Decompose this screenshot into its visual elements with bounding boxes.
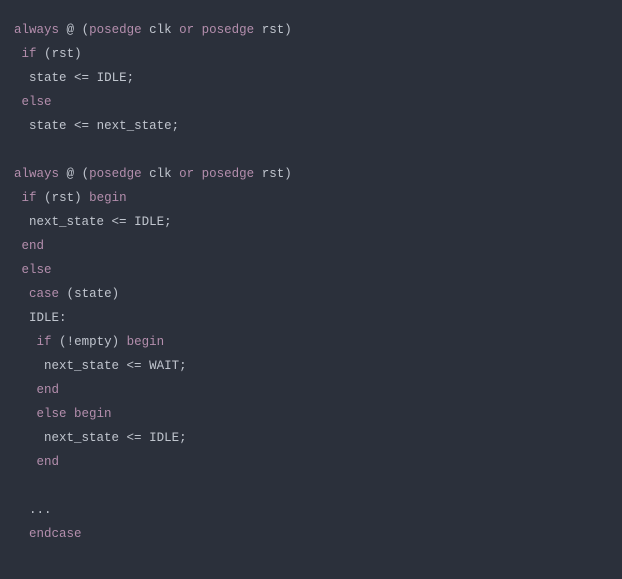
keyword-posedge: posedge: [202, 167, 255, 181]
paren-close: ): [284, 23, 292, 37]
keyword-or: or: [179, 167, 194, 181]
keyword-if: if: [22, 47, 37, 61]
semicolon: ;: [127, 71, 135, 85]
operator-not: !: [67, 335, 75, 349]
code-line: else: [14, 95, 52, 109]
paren-close: ): [74, 191, 82, 205]
code-line: else begin: [14, 407, 112, 421]
keyword-posedge: posedge: [202, 23, 255, 37]
semicolon: ;: [164, 215, 172, 229]
identifier-idle: IDLE: [149, 431, 179, 445]
keyword-always: always: [14, 23, 59, 37]
code-line: next_state <= IDLE;: [14, 431, 187, 445]
code-line: end: [14, 455, 59, 469]
keyword-begin: begin: [127, 335, 165, 349]
identifier-idle: IDLE: [97, 71, 127, 85]
keyword-begin: begin: [74, 407, 112, 421]
code-line: case (state): [14, 287, 119, 301]
paren-open: (: [59, 335, 67, 349]
operator-nonblocking: <=: [112, 215, 127, 229]
code-line: end: [14, 383, 59, 397]
keyword-end: end: [37, 455, 60, 469]
keyword-posedge: posedge: [89, 167, 142, 181]
paren-open: (: [82, 23, 90, 37]
code-line: next_state <= WAIT;: [14, 359, 187, 373]
operator-nonblocking: <=: [74, 119, 89, 133]
code-line: if (!empty) begin: [14, 335, 164, 349]
ellipsis: ...: [29, 503, 52, 517]
identifier-state: state: [29, 119, 67, 133]
paren-open: (: [67, 287, 75, 301]
semicolon: ;: [179, 431, 187, 445]
identifier-empty: empty: [74, 335, 112, 349]
keyword-else: else: [22, 95, 52, 109]
paren-open: (: [44, 191, 52, 205]
identifier-next-state: next_state: [29, 215, 104, 229]
operator-nonblocking: <=: [127, 431, 142, 445]
code-line: end: [14, 239, 44, 253]
identifier-state: state: [29, 71, 67, 85]
identifier-next-state: next_state: [44, 359, 119, 373]
keyword-always: always: [14, 167, 59, 181]
code-line: always @ (posedge clk or posedge rst): [14, 167, 292, 181]
paren-open: (: [82, 167, 90, 181]
keyword-case: case: [29, 287, 59, 301]
keyword-or: or: [179, 23, 194, 37]
identifier-state: state: [74, 287, 112, 301]
identifier-wait: WAIT: [149, 359, 179, 373]
at-symbol: @: [67, 167, 75, 181]
code-line: state <= next_state;: [14, 119, 179, 133]
keyword-posedge: posedge: [89, 23, 142, 37]
keyword-if: if: [37, 335, 52, 349]
at-symbol: @: [67, 23, 75, 37]
keyword-else: else: [37, 407, 67, 421]
keyword-endcase: endcase: [29, 527, 82, 541]
identifier-next-state: next_state: [97, 119, 172, 133]
paren-close: ): [112, 335, 120, 349]
code-block: always @ (posedge clk or posedge rst) if…: [14, 18, 608, 546]
identifier-rst: rst: [52, 47, 75, 61]
keyword-if: if: [22, 191, 37, 205]
keyword-end: end: [22, 239, 45, 253]
code-line: IDLE:: [14, 311, 67, 325]
identifier-rst: rst: [52, 191, 75, 205]
operator-nonblocking: <=: [74, 71, 89, 85]
keyword-else: else: [22, 263, 52, 277]
case-label-idle: IDLE: [29, 311, 59, 325]
identifier-clk: clk: [149, 167, 172, 181]
operator-nonblocking: <=: [127, 359, 142, 373]
paren-close: ): [74, 47, 82, 61]
semicolon: ;: [179, 359, 187, 373]
identifier-clk: clk: [149, 23, 172, 37]
code-line: next_state <= IDLE;: [14, 215, 172, 229]
paren-open: (: [44, 47, 52, 61]
paren-close: ): [112, 287, 120, 301]
code-line: if (rst) begin: [14, 191, 127, 205]
code-line: endcase: [14, 527, 82, 541]
code-line: if (rst): [14, 47, 82, 61]
code-line: else: [14, 263, 52, 277]
colon: :: [59, 311, 67, 325]
code-line: state <= IDLE;: [14, 71, 134, 85]
semicolon: ;: [172, 119, 180, 133]
identifier-rst: rst: [262, 23, 285, 37]
identifier-rst: rst: [262, 167, 285, 181]
identifier-idle: IDLE: [134, 215, 164, 229]
paren-close: ): [284, 167, 292, 181]
keyword-end: end: [37, 383, 60, 397]
identifier-next-state: next_state: [44, 431, 119, 445]
keyword-begin: begin: [89, 191, 127, 205]
code-line: always @ (posedge clk or posedge rst): [14, 23, 292, 37]
code-line: ...: [14, 503, 52, 517]
